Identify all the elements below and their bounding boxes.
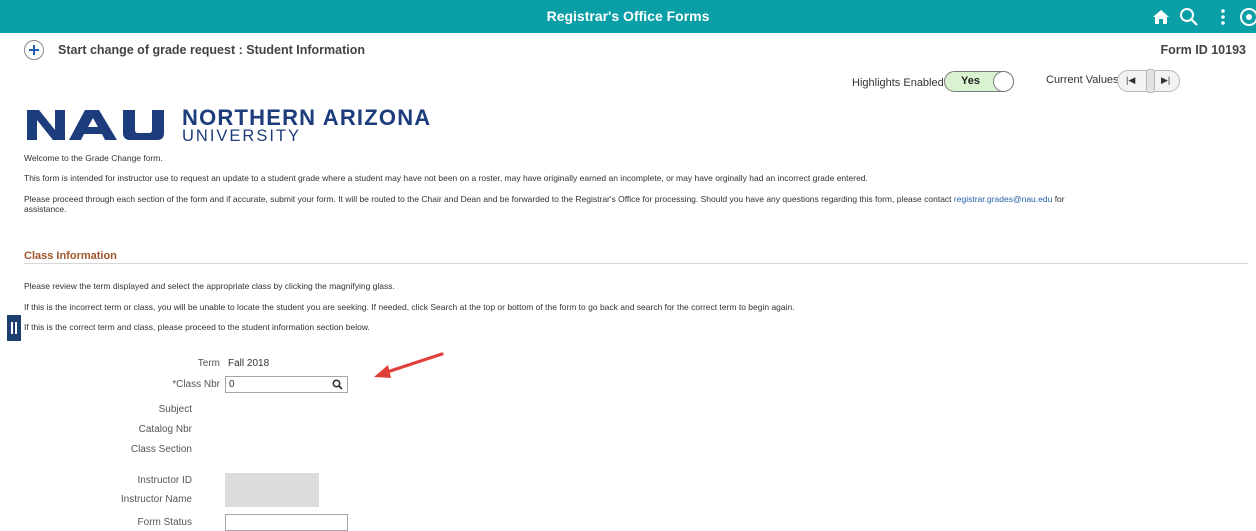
annotation-arrow [374, 352, 444, 378]
search-icon[interactable] [1178, 6, 1200, 28]
instructor-name-label: Instructor Name [120, 494, 192, 505]
top-bar: Registrar's Office Forms [0, 0, 1256, 33]
instructions-text-c: assistance. [24, 204, 67, 214]
pause-icon [11, 322, 13, 334]
class-lookup-search-icon[interactable] [332, 379, 343, 390]
highlights-toggle-value: Yes [961, 75, 980, 87]
nau-logo: NORTHERN ARIZONA UNIVERSITY [25, 103, 430, 146]
nav-separator [1146, 69, 1155, 93]
side-panel-toggle[interactable] [7, 315, 21, 341]
registrar-email-link[interactable]: registrar.grades@nau.edu [954, 194, 1052, 204]
class-info-text-1: Please review the term displayed and sel… [24, 281, 395, 291]
class-nbr-label: *Class Nbr [172, 379, 220, 390]
section-divider [24, 263, 1248, 264]
form-status-label: Form Status [137, 517, 192, 528]
pause-icon-bar [15, 322, 17, 334]
page-title: Start change of grade request : Student … [58, 43, 365, 57]
class-nbr-input[interactable]: 0 [225, 376, 348, 393]
page-header: Start change of grade request : Student … [24, 40, 1246, 62]
term-label: Term [197, 358, 220, 369]
instructions-text-b: for [1052, 194, 1065, 204]
nau-mark [27, 110, 164, 140]
class-information-title: Class Information [24, 250, 117, 262]
instructor-info-redacted [225, 473, 319, 507]
more-actions-icon[interactable] [1212, 6, 1234, 28]
class-info-text-3: If this is the correct term and class, p… [24, 322, 370, 332]
purpose-text: This form is intended for instructor use… [24, 173, 868, 183]
class-nbr-value: 0 [229, 379, 235, 390]
subject-label: Subject [158, 404, 192, 415]
toggle-knob [993, 71, 1014, 92]
term-value: Fall 2018 [228, 358, 270, 369]
welcome-text: Welcome to the Grade Change form. [24, 153, 163, 163]
app-title: Registrar's Office Forms [546, 8, 710, 24]
catalog-nbr-label: Catalog Nbr [138, 424, 192, 435]
instructor-id-label: Instructor ID [137, 475, 192, 486]
logo-university-text: UNIVERSITY [182, 127, 302, 145]
highlights-label: Highlights Enabled: [852, 77, 947, 89]
instructions-text-a: Please proceed through each section of t… [24, 194, 954, 204]
home-icon[interactable] [1150, 6, 1172, 28]
first-value-button[interactable]: |◀ [1126, 75, 1135, 86]
current-values-nav: |◀ ▶| [1117, 69, 1180, 93]
form-id: Form ID 10193 [1160, 43, 1246, 57]
form-status-field [225, 514, 348, 531]
current-values-label: Current Values [1046, 74, 1119, 86]
class-section-label: Class Section [130, 444, 192, 455]
class-info-text-2: If this is the incorrect term or class, … [24, 302, 795, 312]
highlights-toggle[interactable]: Yes [944, 71, 1014, 92]
instructions-text: Please proceed through each section of t… [24, 194, 1246, 204]
add-icon[interactable] [24, 40, 44, 60]
last-value-button[interactable]: ▶| [1161, 75, 1170, 86]
navbar-icon[interactable] [1238, 6, 1256, 28]
